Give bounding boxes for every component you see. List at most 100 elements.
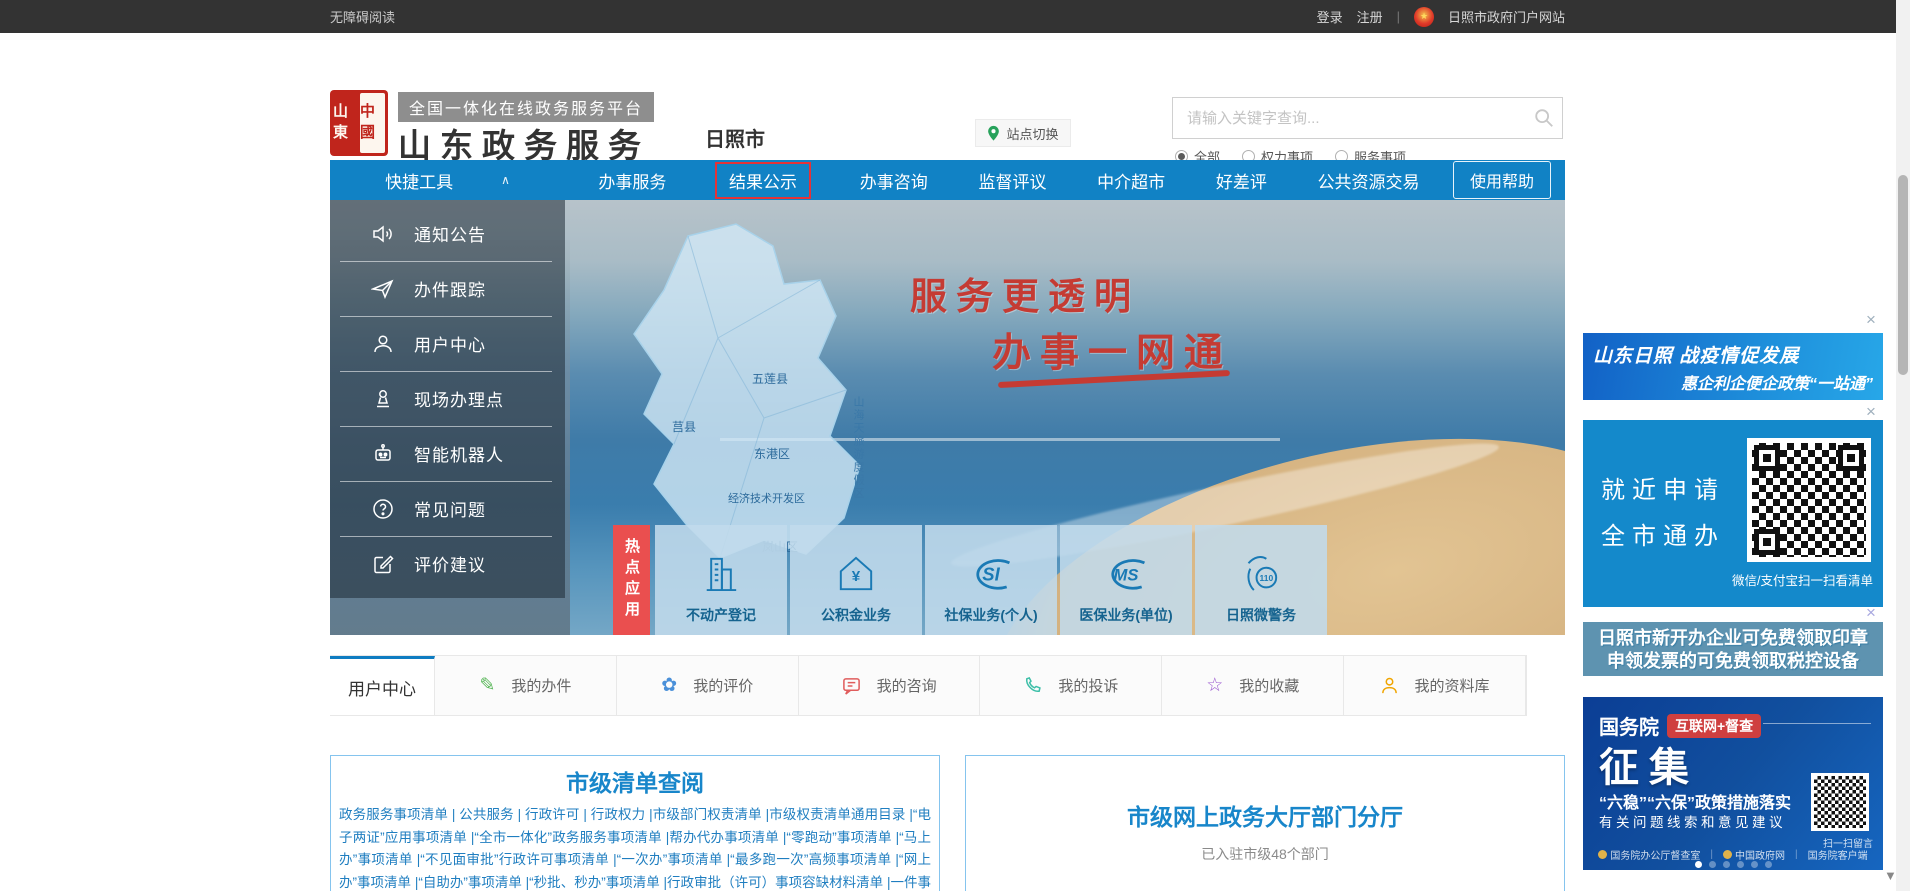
- dot[interactable]: [1709, 861, 1716, 868]
- pencil-icon: ✎: [479, 676, 495, 695]
- nav-item-jieguo-gongshi[interactable]: 结果公示: [715, 162, 811, 199]
- message-icon: [842, 676, 861, 695]
- dot[interactable]: [1723, 861, 1730, 868]
- map-label-wulian[interactable]: 五莲县: [752, 370, 788, 387]
- nav-item-gonggong-ziyuan[interactable]: 公共资源交易: [1316, 164, 1422, 197]
- banner-line: 山东日照 战疫情促发展: [1593, 341, 1873, 368]
- map-label-juxian[interactable]: 莒县: [672, 418, 696, 435]
- tile-micro-police[interactable]: 110 日照微警务: [1195, 525, 1327, 635]
- dept-hall-title[interactable]: 市级网上政务大厅部门分厅: [966, 798, 1564, 832]
- qr-code: [1747, 438, 1871, 562]
- svg-text:SI: SI: [982, 563, 1000, 584]
- map-label-shanhaitian[interactable]: 山海天旅游度假区: [850, 396, 866, 500]
- help-button[interactable]: 使用帮助: [1453, 161, 1551, 199]
- shandong-seal-logo: 山東 中國: [330, 90, 388, 156]
- dot[interactable]: [1765, 861, 1772, 868]
- tab-user-center[interactable]: 用户中心: [330, 656, 435, 715]
- sidebar-item-tracking[interactable]: 办件跟踪: [330, 261, 565, 316]
- sidebar-item-feedback[interactable]: 评价建议: [330, 536, 565, 591]
- close-icon[interactable]: ×: [1862, 604, 1880, 622]
- search-input[interactable]: [1173, 110, 1526, 127]
- hero-banner: 五莲县 莒县 东港区 经济技术开发区 岚山区 山海天旅游度假区 服务更透明 办事…: [330, 200, 1565, 635]
- si-icon: SI: [963, 543, 1019, 605]
- nav-item-zhongjie-chaoshi[interactable]: 中介超市: [1095, 164, 1167, 197]
- hot-apps-tab: 热点应用: [613, 525, 650, 635]
- epidemic-policy-banner[interactable]: 山东日照 战疫情促发展 惠企利企便企政策“一站通”: [1583, 333, 1883, 400]
- site-switch-label: 站点切换: [1006, 124, 1058, 143]
- nav-item-jiandu-pingyi[interactable]: 监督评议: [976, 164, 1048, 197]
- tile-label: 日照微警务: [1226, 605, 1296, 625]
- tile-label: 公积金业务: [821, 605, 891, 625]
- tile-social-insurance[interactable]: SI 社保业务(个人): [925, 525, 1057, 635]
- banner-line: 全市通办: [1601, 514, 1725, 560]
- map-label-kaifaqu[interactable]: 经济技术开发区: [728, 490, 805, 506]
- dept-hall-subtitle: 已入驻市级48个部门: [966, 844, 1564, 864]
- dept-hall-panel: 市级网上政务大厅部门分厅 已入驻市级48个部门: [965, 755, 1565, 891]
- nav-quick-tools[interactable]: 快捷工具 ∧: [330, 160, 565, 200]
- tab-my-consultations[interactable]: 我的咨询: [799, 656, 981, 715]
- tile-real-estate[interactable]: 不动产登记: [655, 525, 787, 635]
- city-lists-panel: 市级清单查阅 政务服务事项清单 | 公共服务 | 行政许可 | 行政权力 |市级…: [330, 755, 940, 891]
- citywide-apply-banner[interactable]: 就近申请 全市通办 微信/支付宝扫一扫看清单: [1583, 420, 1883, 607]
- tab-my-favorites[interactable]: ☆ 我的收藏: [1162, 656, 1344, 715]
- register-link[interactable]: 注册: [1357, 7, 1383, 26]
- tab-label: 我的咨询: [877, 675, 937, 696]
- speaker-icon: [370, 221, 396, 247]
- state-council-banner[interactable]: 国务院 互联网+督查 征集 “六稳”“六保”政策措施落实 有关问题线索和意见建议…: [1583, 697, 1883, 870]
- tab-my-complaints[interactable]: 我的投诉: [980, 656, 1162, 715]
- star-icon: ☆: [1206, 676, 1223, 695]
- nav-item-haochaping[interactable]: 好差评: [1214, 164, 1269, 197]
- tab-label: 我的评价: [693, 675, 753, 696]
- tab-my-items[interactable]: ✎ 我的办件: [435, 656, 617, 715]
- city-lists-links[interactable]: 政务服务事项清单 | 公共服务 | 行政许可 | 行政权力 |市级部门权责清单 …: [339, 804, 931, 891]
- supervision-badge: 互联网+督查: [1667, 714, 1761, 738]
- stamp-icon: [370, 386, 396, 412]
- sidebar-item-faq[interactable]: 常见问题: [330, 481, 565, 536]
- close-icon[interactable]: ×: [1862, 311, 1880, 329]
- sidebar-item-notices[interactable]: 通知公告: [330, 206, 565, 261]
- nav-item-banshi-zixun[interactable]: 办事咨询: [858, 164, 930, 197]
- tile-housing-fund[interactable]: ¥ 公积金业务: [790, 525, 922, 635]
- police-110-icon: 110: [1235, 543, 1287, 605]
- emblem-icon: [1723, 850, 1732, 859]
- scrollbar-track[interactable]: [1896, 0, 1910, 891]
- tile-medical-insurance[interactable]: MS 医保业务(单位): [1060, 525, 1192, 635]
- tab-my-reviews[interactable]: ✿ 我的评价: [617, 656, 799, 715]
- search-icon[interactable]: [1526, 107, 1562, 129]
- map-label-donggang[interactable]: 东港区: [754, 445, 790, 462]
- login-link[interactable]: 登录: [1317, 7, 1343, 26]
- tile-label: 不动产登记: [686, 605, 756, 625]
- accessibility-link[interactable]: 无障碍阅读: [330, 7, 395, 26]
- new-business-banner[interactable]: 日照市新开办企业可免费领取印章 申领发票的可免费领取税控设备: [1583, 622, 1883, 676]
- sidebar-item-user-center[interactable]: 用户中心: [330, 316, 565, 371]
- close-icon[interactable]: ×: [1862, 403, 1880, 421]
- dot[interactable]: [1695, 861, 1702, 868]
- housing-fund-icon: ¥: [830, 543, 882, 605]
- quick-tools-label: 快捷工具: [385, 168, 453, 193]
- phone-icon: [1023, 676, 1042, 695]
- dot[interactable]: [1751, 861, 1758, 868]
- divider: |: [1397, 9, 1400, 24]
- banner-line: 日照市新开办企业可免费领取印章: [1583, 627, 1883, 650]
- site-switch-button[interactable]: 站点切换: [975, 119, 1071, 147]
- dot[interactable]: [1737, 861, 1744, 868]
- scroll-down-icon[interactable]: ▼: [1884, 868, 1897, 883]
- gov-portal-link[interactable]: 日照市政府门户网站: [1448, 7, 1565, 26]
- svg-text:MS: MS: [1114, 565, 1139, 584]
- emblem-icon: [1598, 850, 1607, 859]
- city-lists-title[interactable]: 市级清单查阅: [339, 764, 931, 798]
- national-emblem-icon: ★: [1414, 7, 1434, 27]
- main-nav: 快捷工具 ∧ 办事服务 结果公示 办事咨询 监督评议 中介超市 好差评 公共资源…: [330, 160, 1565, 200]
- sidebar-item-robot[interactable]: 智能机器人: [330, 426, 565, 481]
- nav-item-banshi-fuwu[interactable]: 办事服务: [596, 164, 668, 197]
- ms-icon: MS: [1098, 543, 1154, 605]
- tab-my-library[interactable]: 我的资料库: [1344, 656, 1526, 715]
- person-icon: [1380, 676, 1399, 695]
- tab-label: 我的办件: [511, 675, 571, 696]
- sidebar-item-service-points[interactable]: 现场办理点: [330, 371, 565, 426]
- scrollbar-thumb[interactable]: [1898, 175, 1908, 375]
- location-pin-icon: [987, 125, 1000, 141]
- platform-badge: 全国一体化在线政务服务平台: [398, 92, 654, 122]
- edit-icon: [370, 551, 396, 577]
- seal-left-text: 山東: [333, 93, 358, 153]
